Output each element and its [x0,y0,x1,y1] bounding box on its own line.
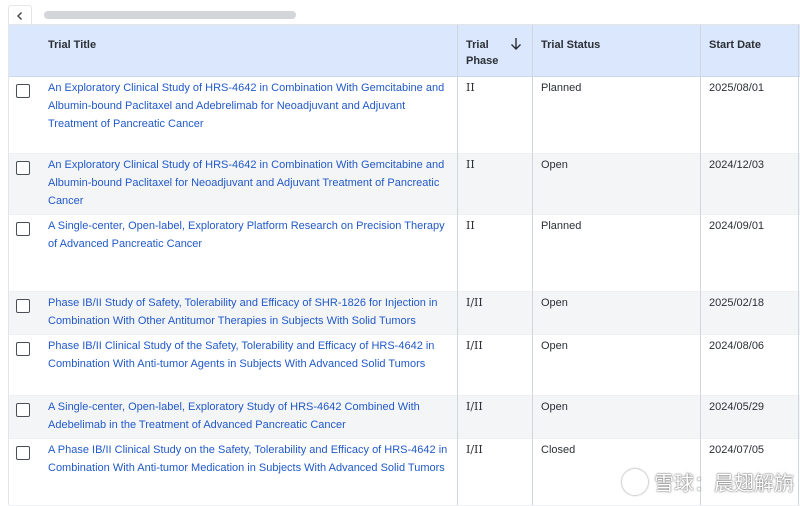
sort-arrow-down-icon[interactable] [510,37,522,51]
start-date: 2025/08/01 [709,82,765,94]
trial-status: Open [541,297,568,309]
table-row[interactable]: A Single-center, Open-label, Exploratory… [9,215,800,292]
trial-status: Closed [541,444,576,456]
scroll-left-button[interactable] [8,5,32,26]
header-trial-status[interactable]: Trial Status [541,37,600,53]
horizontal-scrollbar[interactable] [44,11,296,19]
watermark: 雪球：晨翅解旃 [622,467,794,496]
column-divider[interactable] [700,25,701,505]
trial-status: Planned [541,220,582,232]
row-checkbox[interactable] [16,403,30,417]
trial-phase: I/II [466,400,483,413]
trial-status: Open [541,401,568,413]
trial-phase: I/II [466,443,483,456]
header-trial-phase[interactable]: Trial Phase [466,37,498,69]
header-trial-phase-line2: Phase [466,55,499,67]
header-trial-title[interactable]: Trial Title [48,37,96,53]
trial-phase: II [466,81,475,94]
table-row[interactable]: A Single-center, Open-label, Exploratory… [9,396,800,439]
trial-title-link[interactable]: A Phase IB/II Clinical Study on the Safe… [48,441,452,477]
column-divider[interactable] [798,25,799,505]
trial-title-link[interactable]: A Single-center, Open-label, Exploratory… [48,217,452,253]
column-divider[interactable] [532,25,533,505]
table-row[interactable]: Phase IB/II Study of Safety, Tolerabilit… [9,292,800,335]
trial-phase: II [466,219,475,232]
table-row[interactable]: An Exploratory Clinical Study of HRS-464… [9,154,800,215]
chevron-left-icon [17,12,22,20]
start-date: 2024/08/06 [709,340,765,352]
start-date: 2025/02/18 [709,297,765,309]
row-checkbox[interactable] [16,84,30,98]
table-header: Trial Title Trial Phase Trial Status Sta… [9,25,800,77]
start-date: 2024/09/01 [709,220,765,232]
trial-title-link[interactable]: Phase IB/II Study of Safety, Tolerabilit… [48,294,452,330]
row-checkbox[interactable] [16,161,30,175]
row-checkbox[interactable] [16,446,30,460]
row-checkbox[interactable] [16,222,30,236]
table-row[interactable]: Phase IB/II Clinical Study of the Safety… [9,335,800,396]
trials-table: Trial Title Trial Phase Trial Status Sta… [8,24,800,506]
trial-status: Open [541,340,568,352]
trial-title-link[interactable]: A Single-center, Open-label, Exploratory… [48,398,452,434]
column-divider[interactable] [457,25,458,505]
header-trial-phase-line1: Trial [466,39,489,51]
row-checkbox[interactable] [16,299,30,313]
start-date: 2024/12/03 [709,159,765,171]
trial-status: Open [541,159,568,171]
trial-title-link[interactable]: An Exploratory Clinical Study of HRS-464… [48,156,452,210]
trial-title-link[interactable]: An Exploratory Clinical Study of HRS-464… [48,79,452,133]
trial-phase: II [466,158,475,171]
trial-phase: I/II [466,296,483,309]
table-toolbar [0,0,800,26]
start-date: 2024/05/29 [709,401,765,413]
snowball-logo-icon [622,468,648,495]
table-row[interactable]: An Exploratory Clinical Study of HRS-464… [9,77,800,154]
start-date: 2024/07/05 [709,444,765,456]
row-checkbox[interactable] [16,342,30,356]
watermark-text: 雪球：晨翅解旃 [654,473,794,495]
trial-title-link[interactable]: Phase IB/II Clinical Study of the Safety… [48,337,452,373]
header-start-date[interactable]: Start Date [709,37,761,53]
trial-status: Planned [541,82,582,94]
trial-phase: I/II [466,339,483,352]
